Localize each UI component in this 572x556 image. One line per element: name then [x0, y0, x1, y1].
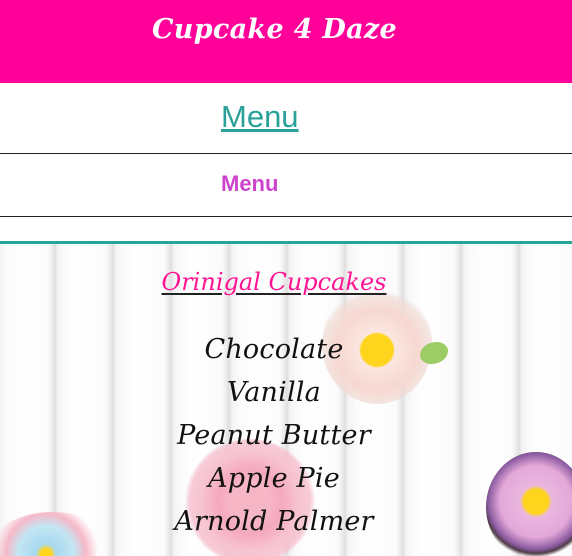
menu-item: Vanilla: [227, 377, 321, 408]
nav-bar: Menu: [0, 83, 572, 154]
menu-item: Peanut Butter: [177, 420, 371, 451]
menu-item: Apple Pie: [208, 463, 340, 494]
site-header: Cupcake 4 Daze: [0, 0, 572, 83]
menu-item: Chocolate: [204, 334, 344, 365]
brand-logo[interactable]: Cupcake 4 Daze: [152, 14, 397, 45]
section-title: Orinigal Cupcakes: [161, 268, 387, 296]
page-title: Menu: [221, 171, 279, 196]
flower-cupcake-image: [185, 439, 315, 556]
page-subheader: Menu: [0, 154, 572, 217]
menu-item: Arnold Palmer: [174, 506, 374, 537]
hero-menu-section: Orinigal Cupcakes Chocolate Vanilla Pean…: [0, 241, 572, 556]
menu-link[interactable]: Menu: [221, 99, 299, 135]
